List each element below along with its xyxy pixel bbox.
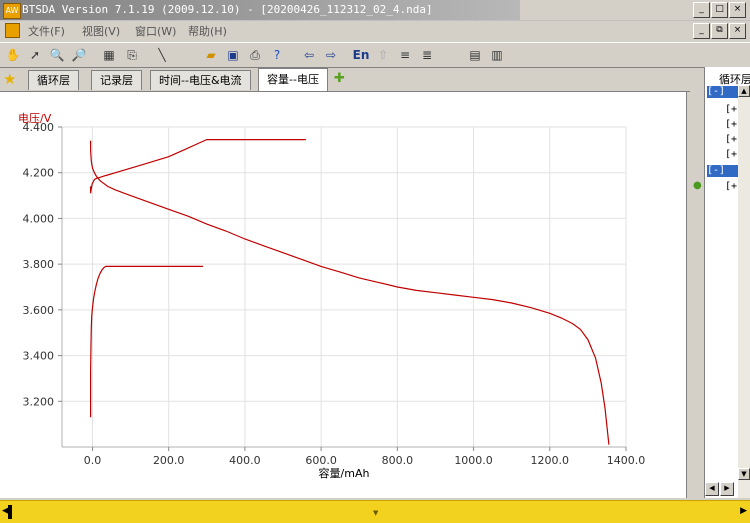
hand-icon[interactable]: ✋ — [4, 46, 22, 64]
language-icon[interactable]: En — [352, 46, 370, 64]
open-folder-icon[interactable]: ▰ — [202, 46, 220, 64]
tab-capacity-voltage[interactable]: 容量--电压 — [258, 68, 328, 91]
line-icon[interactable]: ╲ — [153, 46, 171, 64]
x-tick-label: 600.0 — [305, 454, 337, 467]
btsda-app-icon[interactable]: AW — [3, 3, 21, 19]
tab-label: 时间--电压&电流 — [159, 74, 242, 87]
tab-label: 容量--电压 — [267, 73, 319, 86]
panel-hscroll: ◀ ▶ — [705, 482, 734, 496]
tab-strip: ★ 循环层 记录层 时间--电压&电流 容量--电压 ✚ — [0, 67, 690, 92]
vertical-scrollbar[interactable]: ▲ ▼ — [738, 85, 750, 498]
y-tick-label: 3.600 — [23, 304, 55, 317]
favorite-star-icon[interactable]: ★ — [3, 70, 16, 88]
forward-icon[interactable]: ⇨ — [322, 46, 340, 64]
y-axis-label: 电压/V — [18, 112, 52, 125]
up-arrow-icon[interactable]: ⇧ — [374, 46, 392, 64]
x-tick-label: 400.0 — [229, 454, 261, 467]
print-icon[interactable]: ⎙ — [246, 46, 264, 64]
menu-window[interactable]: 窗口(W) — [135, 23, 176, 39]
tab-cycle-layer[interactable]: 循环层 — [28, 70, 79, 90]
scroll-right-arrow-icon[interactable]: ▶ — [740, 506, 747, 516]
y-tick-label: 4.000 — [23, 212, 55, 225]
menu-help[interactable]: 帮助(H) — [188, 23, 227, 39]
series-line — [90, 139, 306, 194]
cursor-icon[interactable]: ➚ — [26, 46, 44, 64]
window-title: BTSDA Version 7.1.19 (2009.12.10) - [202… — [22, 3, 433, 16]
capacity-voltage-chart[interactable]: 0.0 200.0 400.0 600.0 800.0 1000.0 1200.0 1400.… — [0, 92, 686, 498]
toolbar: ✋ ➚ 🔍 🔎 ▦ ⎘ ╲ ▰ ▣ ⎙ ? ⇦ ⇨ En ⇧ ≡ ≣ ▤ ▥ — [0, 42, 750, 68]
maximize-button[interactable]: □ — [711, 2, 728, 18]
minimize-button[interactable]: _ — [693, 2, 710, 18]
scroll-thumb[interactable] — [8, 505, 12, 519]
back-icon[interactable]: ⇦ — [300, 46, 318, 64]
menu-view[interactable]: 视图(V) — [82, 23, 120, 39]
x-tick-label: 0.0 — [84, 454, 102, 467]
tab-label: 记录层 — [100, 74, 133, 87]
title-bar: AW BTSDA Version 7.1.19 (2009.12.10) - [… — [0, 0, 750, 21]
sort-desc-icon[interactable]: ≣ — [418, 46, 436, 64]
y-tick-label: 3.800 — [23, 258, 55, 271]
lightbulb-icon[interactable]: ● — [693, 180, 702, 191]
scroll-down-icon[interactable]: ▼ — [738, 468, 750, 480]
x-tick-label: 800.0 — [382, 454, 414, 467]
y-tick-label: 3.400 — [23, 350, 55, 363]
scroll-marker-icon: ▼ — [373, 509, 379, 517]
zoom-in-icon[interactable]: 🔍 — [48, 46, 66, 64]
save-icon[interactable]: ▣ — [224, 46, 242, 64]
grid-icon[interactable]: ▤ — [466, 46, 484, 64]
export-icon[interactable]: ⎘ — [123, 46, 141, 64]
window-controls: _ □ × — [693, 2, 746, 18]
document-controls: _ ⧉ × — [693, 23, 746, 39]
doc-close-button[interactable]: × — [729, 23, 746, 39]
x-tick-label: 1000.0 — [454, 454, 493, 467]
chart-panel[interactable]: 0.0 200.0 400.0 600.0 800.0 1000.0 1200.0 1400.… — [0, 92, 687, 498]
tab-label: 循环层 — [37, 74, 70, 87]
y-tick-label: 4.200 — [23, 167, 55, 180]
zoom-out-icon[interactable]: 🔎 — [70, 46, 88, 64]
tab-record-layer[interactable]: 记录层 — [91, 70, 142, 90]
series-line — [90, 265, 203, 418]
sort-icon[interactable]: ≡ — [396, 46, 414, 64]
menu-file[interactable]: 文件(F) — [28, 23, 65, 39]
tree-node-expanded[interactable]: [-] — [707, 86, 741, 98]
scroll-up-icon[interactable]: ▲ — [738, 85, 750, 97]
horizontal-scrollbar[interactable]: ◀ ▼ ▶ — [0, 500, 750, 523]
x-tick-label: 1200.0 — [531, 454, 570, 467]
document-icon[interactable] — [5, 23, 20, 38]
close-button[interactable]: × — [729, 2, 746, 18]
doc-minimize-button[interactable]: _ — [693, 23, 710, 39]
menu-bar: 文件(F) 视图(V) 窗口(W) 帮助(H) _ ⧉ × — [0, 20, 750, 40]
x-tick-label: 1400.0 — [607, 454, 646, 467]
x-axis-label: 容量/mAh — [319, 466, 370, 480]
y-tick-label: 3.200 — [23, 395, 55, 408]
add-tab-icon[interactable]: ✚ — [334, 71, 345, 86]
scroll-left-icon[interactable]: ◀ — [705, 482, 719, 496]
layout-icon[interactable]: ▥ — [488, 46, 506, 64]
x-tick-label: 200.0 — [153, 454, 185, 467]
help-icon[interactable]: ? — [268, 46, 286, 64]
table-icon[interactable]: ▦ — [100, 46, 118, 64]
tab-time-voltage-current[interactable]: 时间--电压&电流 — [150, 70, 251, 90]
tree-node-expanded[interactable]: [-] — [707, 165, 741, 177]
doc-restore-button[interactable]: ⧉ — [711, 23, 728, 39]
scroll-right-icon[interactable]: ▶ — [720, 482, 734, 496]
